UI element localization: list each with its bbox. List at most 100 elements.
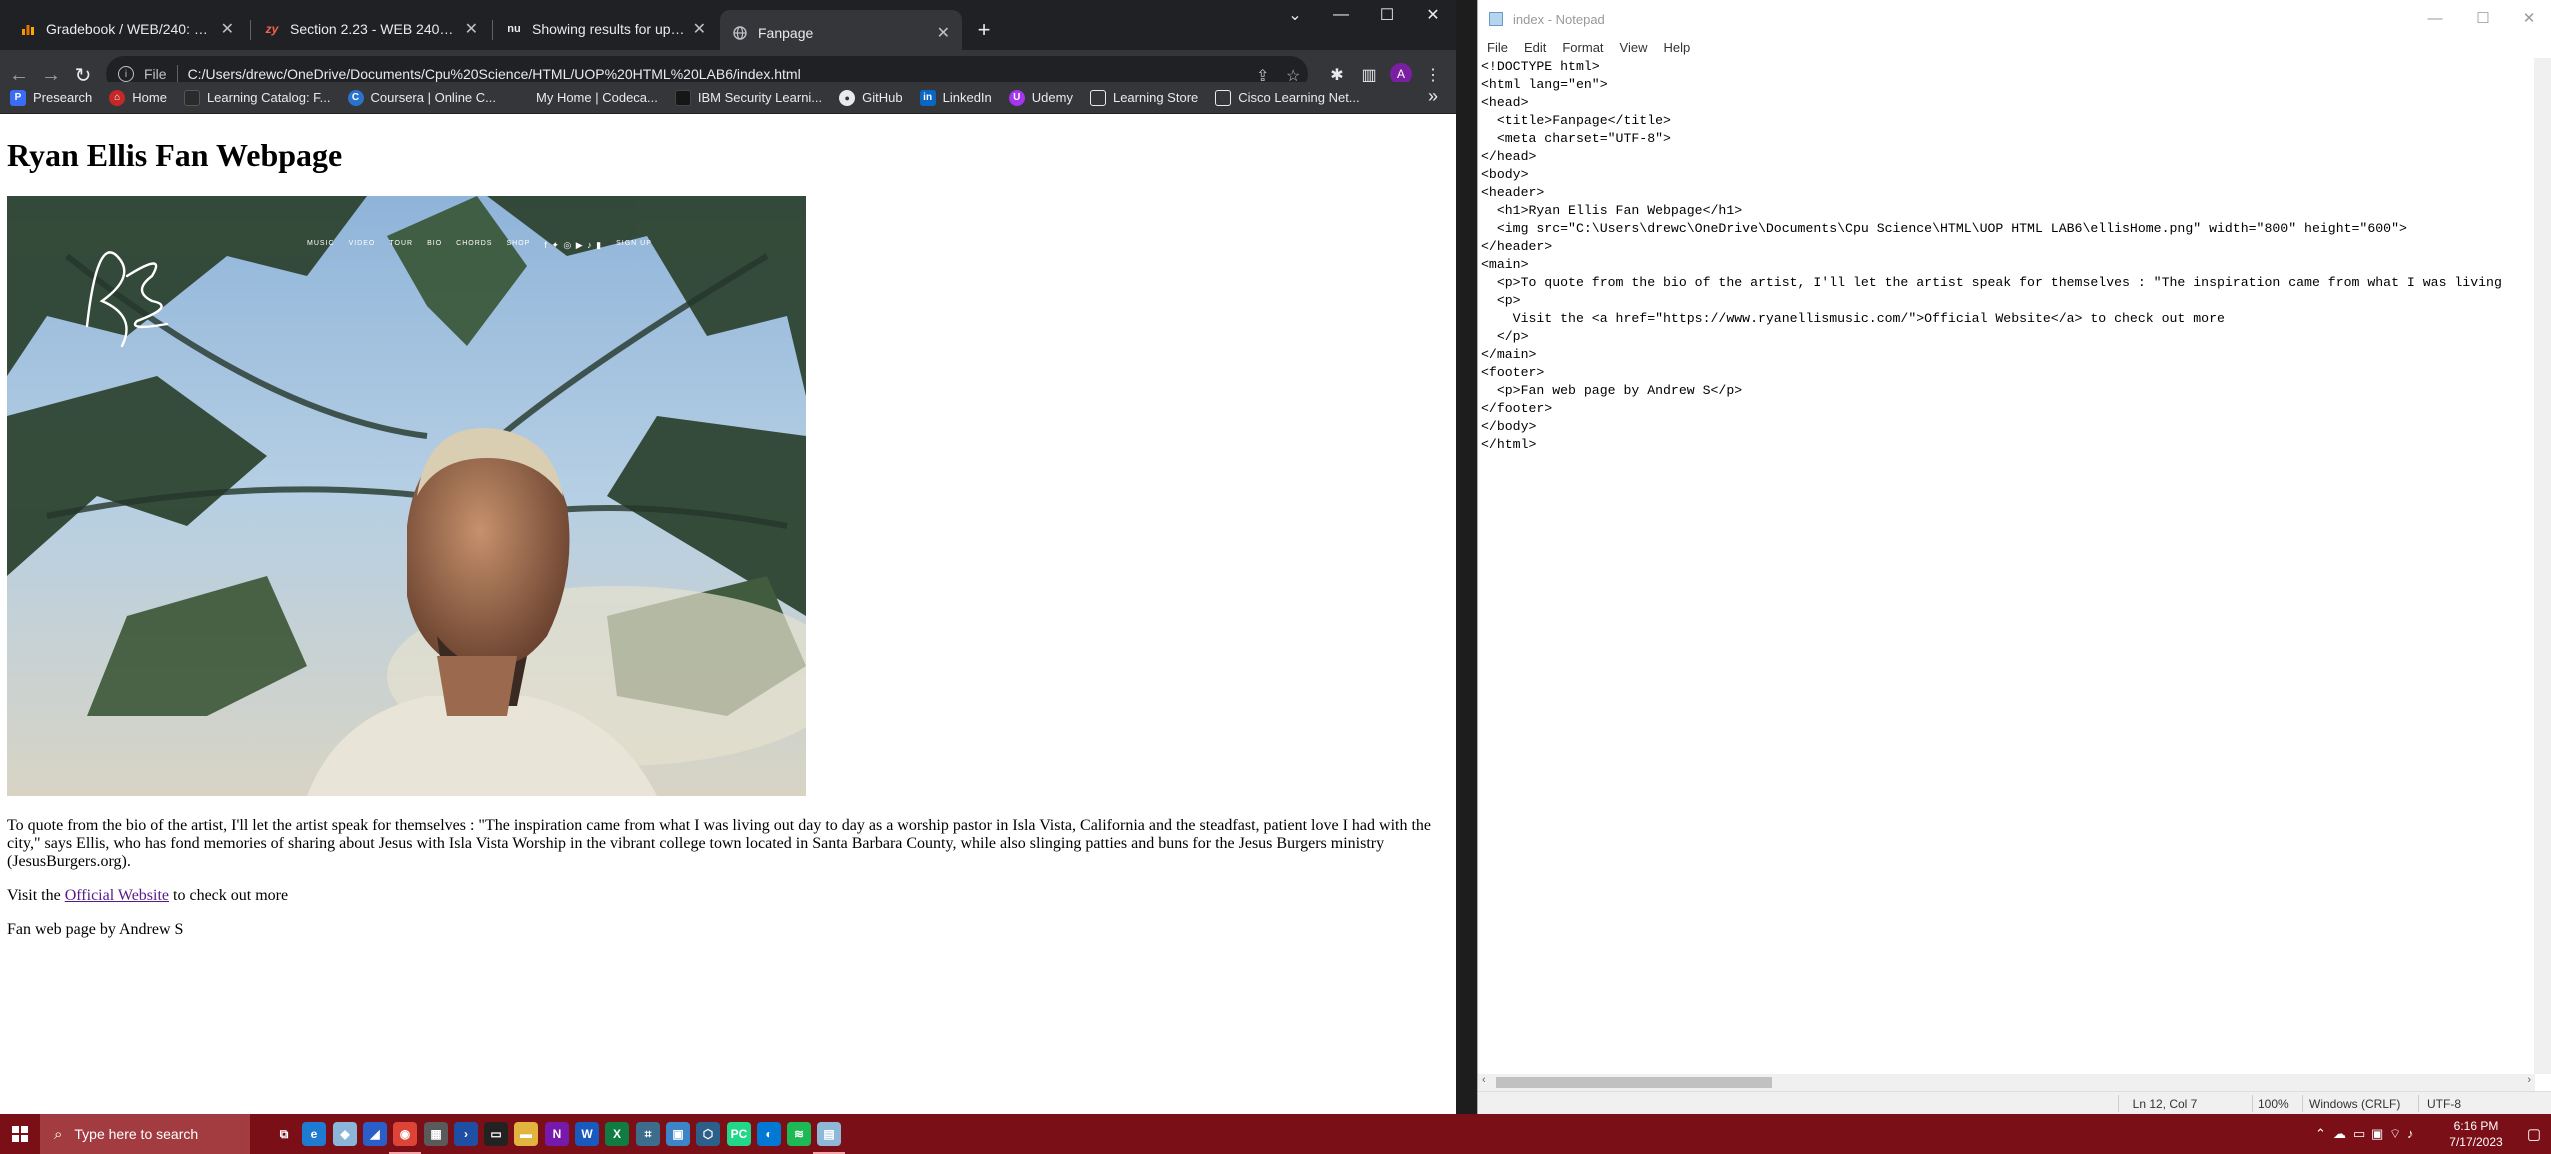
page-title: Ryan Ellis Fan Webpage xyxy=(7,137,343,173)
visit-paragraph: Visit the Official Website to check out … xyxy=(7,887,1447,905)
bookmarks-bar: P Presearch ⌂ Home Learning Catalog: F..… xyxy=(0,82,1456,114)
line-ending: Windows (CRLF) xyxy=(2309,1097,2401,1111)
presearch-icon: P xyxy=(10,89,26,106)
notepad-icon[interactable]: ▤ xyxy=(813,1122,845,1154)
vpn-icon[interactable]: ◆ xyxy=(333,1122,357,1146)
bookmark-udemy[interactable]: U Udemy xyxy=(1008,89,1073,106)
remote-desktop-icon[interactable]: ◐ xyxy=(757,1122,781,1146)
terminal-icon[interactable]: ▭ xyxy=(484,1122,508,1146)
close-icon[interactable]: ✕ xyxy=(693,19,706,39)
word-icon[interactable]: W xyxy=(575,1122,599,1146)
notepad-text-area[interactable]: <!DOCTYPE html> <html lang="en"> <head> <t… xyxy=(1481,58,2535,1074)
menu-file[interactable]: File xyxy=(1487,40,1508,55)
code-line: </html> xyxy=(1481,437,1537,452)
cisco-store-icon xyxy=(1089,89,1106,106)
maximize-button[interactable]: ☐ xyxy=(1364,2,1410,28)
minimize-button[interactable]: — xyxy=(2412,6,2458,30)
bookmark-github[interactable]: ● GitHub xyxy=(839,89,903,106)
onenote-icon[interactable]: N xyxy=(545,1122,569,1146)
sketch-app-icon[interactable]: ◢ xyxy=(363,1122,387,1146)
tab-separator xyxy=(492,20,493,40)
virtualbox-icon[interactable]: ⬡ xyxy=(696,1122,720,1146)
notification-icon[interactable]: ▢ xyxy=(2527,1125,2541,1143)
menu-help[interactable]: Help xyxy=(1663,40,1690,55)
close-icon[interactable]: ✕ xyxy=(465,19,478,39)
bookmark-linkedin[interactable]: in LinkedIn xyxy=(919,89,992,106)
scrollbar-thumb[interactable] xyxy=(1496,1077,1772,1088)
start-button[interactable] xyxy=(0,1114,40,1154)
close-window-button[interactable]: ✕ xyxy=(2506,6,2551,30)
minimize-button[interactable]: — xyxy=(1318,2,1364,28)
chrome-icon[interactable]: ◉ xyxy=(389,1122,421,1154)
menu-edit[interactable]: Edit xyxy=(1524,40,1546,55)
cisco-net-icon xyxy=(1215,89,1232,106)
tab-gradebook[interactable]: Gradebook / WEB/240: Web Des ✕ xyxy=(8,10,246,48)
official-website-link[interactable]: Official Website xyxy=(65,887,169,904)
code-line: <p>Fan web page by Andrew S</p> xyxy=(1481,383,1743,398)
bookmark-ibm-security[interactable]: IBM Security Learni... xyxy=(674,89,822,106)
bookmark-coursera[interactable]: C Coursera | Online C... xyxy=(347,89,496,106)
bookmark-codecademy[interactable]: My Home | Codeca... xyxy=(513,89,658,106)
horizontal-scrollbar[interactable]: ‹ › xyxy=(1478,1074,2535,1091)
edge-icon[interactable]: e xyxy=(302,1122,326,1146)
code-line: <title>Fanpage</title> xyxy=(1481,113,1671,128)
bookmark-label: Cisco Learning Net... xyxy=(1238,90,1360,105)
code-line: <head> xyxy=(1481,95,1529,110)
chart-icon xyxy=(20,21,36,37)
maximize-button[interactable]: ☐ xyxy=(2460,6,2506,30)
bookmark-cisco-learning-net[interactable]: Cisco Learning Net... xyxy=(1215,89,1360,106)
tab-search-button[interactable]: ⌄ xyxy=(1272,2,1318,28)
tab-showing-results[interactable]: nu Showing results for uploaded file ✕ xyxy=(494,10,718,48)
bookmark-learning-catalog[interactable]: Learning Catalog: F... xyxy=(183,89,331,106)
new-tab-button[interactable]: + xyxy=(970,16,998,44)
chevron-up-icon[interactable]: ⌃ xyxy=(2315,1126,2326,1142)
encoding: UTF-8 xyxy=(2427,1097,2461,1111)
vmware-icon[interactable]: ▣ xyxy=(666,1122,690,1146)
excel-icon[interactable]: X xyxy=(605,1122,629,1146)
spotify-icon[interactable]: ≋ xyxy=(787,1122,811,1146)
bookmark-presearch[interactable]: P Presearch xyxy=(10,89,92,106)
visit-prefix-text: Visit the xyxy=(7,887,65,904)
vertical-scrollbar[interactable] xyxy=(2534,58,2551,1074)
notepad-menubar: File Edit Format View Help xyxy=(1478,36,2551,58)
onedrive-icon[interactable]: ☁ xyxy=(2333,1126,2346,1142)
scroll-right-icon[interactable]: › xyxy=(2527,1074,2531,1086)
volume-icon[interactable]: ♪ xyxy=(2407,1126,2414,1141)
close-window-button[interactable]: ✕ xyxy=(1410,2,1456,28)
udemy-icon: U xyxy=(1008,89,1025,106)
url-text[interactable]: C:/Users/drewc/OneDrive/Documents/Cpu%20… xyxy=(188,66,801,82)
search-placeholder: Type here to search xyxy=(74,1126,199,1142)
menu-view[interactable]: View xyxy=(1620,40,1648,55)
info-icon[interactable]: i xyxy=(118,66,134,82)
windows-logo-icon xyxy=(12,1126,28,1142)
wifi-icon[interactable]: ⌔ xyxy=(2389,1126,2401,1142)
close-icon[interactable]: ✕ xyxy=(937,23,950,43)
tab-strip: Gradebook / WEB/240: Web Des ✕ zy Sectio… xyxy=(0,0,1456,56)
close-icon[interactable]: ✕ xyxy=(221,19,234,39)
status-divider xyxy=(2252,1095,2253,1112)
task-view-icon[interactable]: ⧉ xyxy=(272,1122,296,1146)
taskbar-clock[interactable]: 6:16 PM 7/17/2023 xyxy=(2441,1118,2511,1150)
powershell-icon[interactable]: › xyxy=(454,1122,478,1146)
hero-site-nav: MUSIC VIDEO TOUR BIO CHORDS SHOP f ✦ ◎ ▶… xyxy=(307,240,652,251)
file-explorer-icon[interactable]: ▬ xyxy=(514,1122,538,1146)
catalog-icon xyxy=(183,89,200,106)
bookmark-home[interactable]: ⌂ Home xyxy=(109,89,167,106)
scroll-left-icon[interactable]: ‹ xyxy=(1482,1074,1486,1086)
clock-time: 6:16 PM xyxy=(2453,1119,2499,1133)
display-icon[interactable]: ▣ xyxy=(2371,1126,2383,1142)
code-line: </body> xyxy=(1481,419,1537,434)
tab-section-2-23[interactable]: zy Section 2.23 - WEB 240: Web De ✕ xyxy=(252,10,490,48)
bookmarks-overflow-button[interactable]: » xyxy=(1428,86,1438,107)
footer-text: Fan web page by Andrew S xyxy=(7,921,184,938)
bookmark-cisco-learning-store[interactable]: Learning Store xyxy=(1089,89,1198,106)
network-app-icon[interactable]: ⌗ xyxy=(636,1122,660,1146)
status-divider xyxy=(2302,1095,2303,1112)
network-icon[interactable]: ▭ xyxy=(2353,1126,2365,1142)
taskbar-search[interactable]: ⌕ Type here to search xyxy=(40,1114,250,1154)
menu-format[interactable]: Format xyxy=(1562,40,1603,55)
bio-paragraph: To quote from the bio of the artist, I'l… xyxy=(7,817,1432,870)
pycharm-icon[interactable]: PC xyxy=(727,1122,751,1146)
store-icon[interactable]: ▦ xyxy=(424,1122,448,1146)
code-line: <img src="C:\Users\drewc\OneDrive\Docume… xyxy=(1481,221,2407,236)
